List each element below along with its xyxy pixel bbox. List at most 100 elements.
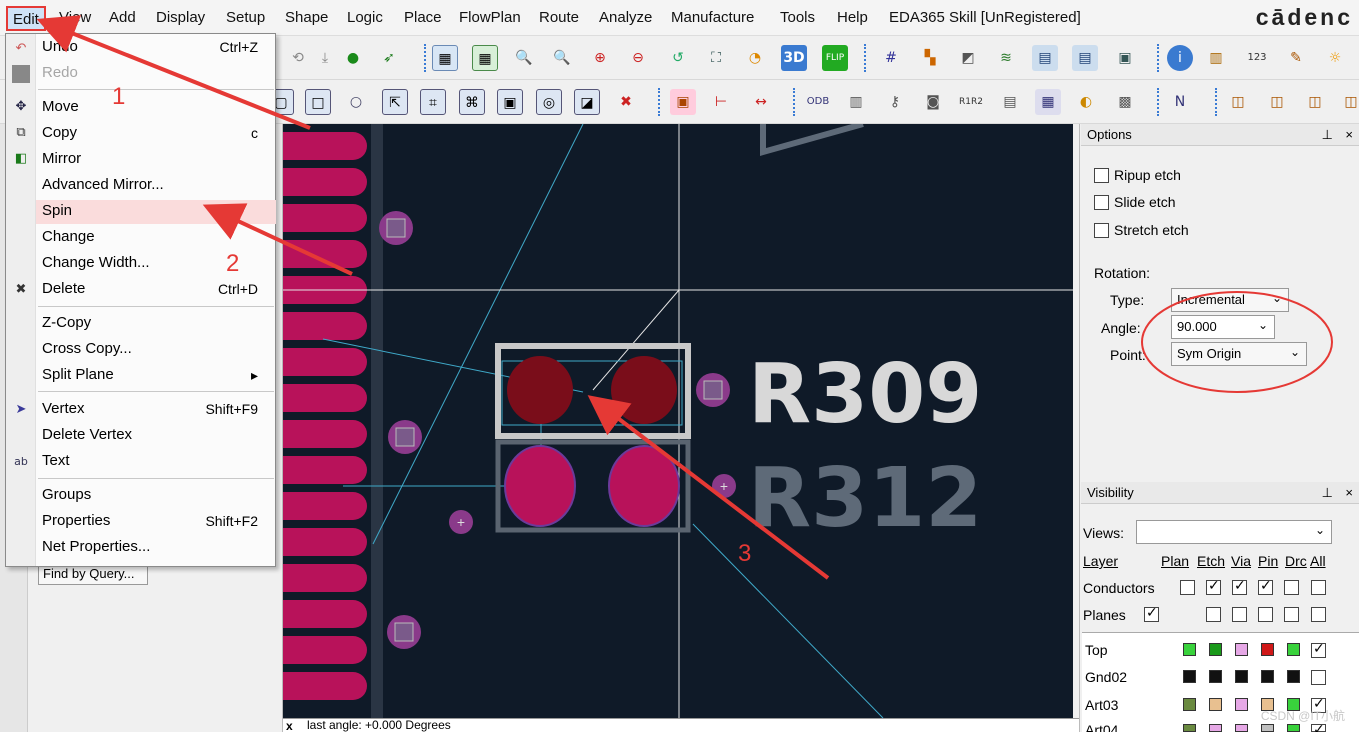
notebook-icon[interactable]: ◫ [1225,89,1251,115]
menu-item-net-properties[interactable]: Net Properties... [36,536,276,560]
close-icon[interactable]: × [1345,485,1353,500]
angle-select[interactable]: 90.000 ⌄ [1171,315,1275,339]
redo-tool-icon[interactable]: ⤓ [312,45,338,71]
layer-color-swatch[interactable] [1209,698,1222,711]
layer-color-swatch[interactable] [1235,724,1248,732]
matrix-icon[interactable]: ▦ [1035,89,1061,115]
notebook4-icon[interactable]: ◫ [1338,89,1359,115]
menu-analyze[interactable]: Analyze [599,9,652,26]
planes-plan-checkbox[interactable] [1144,605,1159,622]
col-etch[interactable]: Etch [1197,553,1225,569]
menu-item-undo[interactable]: Undo Ctrl+Z [36,36,276,60]
menu-item-z-copy[interactable]: Z-Copy [36,312,276,336]
layer-all-checkbox[interactable] [1311,641,1326,658]
dimension-linear-icon[interactable]: ↔ [748,89,774,115]
layer-color-swatch[interactable] [1261,670,1274,683]
col-layer[interactable]: Layer [1083,553,1118,569]
conductors-all-checkbox[interactable] [1311,580,1326,595]
layer-color-swatch[interactable] [1287,670,1300,683]
layer-color-swatch[interactable] [1183,643,1196,656]
shape-square-icon[interactable]: □ [305,89,331,115]
conductors-plan-checkbox[interactable] [1180,580,1195,595]
shape-select-icon[interactable]: ◪ [574,89,600,115]
zoom-in-icon[interactable]: ⊕ [587,45,613,71]
zoom-world-icon[interactable]: ⛶ [703,45,729,71]
zoom-previous-icon[interactable]: ↺ [665,45,691,71]
menu-logic[interactable]: Logic [347,9,383,26]
redraw-icon[interactable]: ◔ [742,45,768,71]
shape-circle-icon[interactable]: ○ [343,89,369,115]
planes-all-checkbox[interactable] [1311,607,1326,622]
menu-item-delete-vertex[interactable]: Delete Vertex [36,424,276,448]
color-icon[interactable]: ▚ [917,45,943,71]
menu-display[interactable]: Display [156,9,205,26]
layer-all-checkbox[interactable] [1311,722,1326,732]
menu-item-properties[interactable]: Properties Shift+F2 [36,510,276,534]
add-connect-icon[interactable]: ● [340,45,366,71]
dfa-icon[interactable]: ▤ [1072,45,1098,71]
film-icon[interactable]: ▥ [843,89,869,115]
flip-icon[interactable]: FLIP [822,45,848,71]
menu-place[interactable]: Place [404,9,442,26]
col-all[interactable]: All [1310,553,1326,569]
component-r312[interactable] [495,439,691,533]
menu-help[interactable]: Help [837,9,868,26]
point-select[interactable]: Sym Origin ⌄ [1171,342,1307,366]
grid-setup-icon[interactable]: # [878,45,904,71]
conductors-via-checkbox[interactable] [1232,578,1247,595]
layer-color-swatch[interactable] [1235,643,1248,656]
planes-etch-checkbox[interactable] [1206,607,1221,622]
close-icon[interactable]: × [1345,127,1353,142]
component-r309[interactable] [495,343,691,439]
notebook2-icon[interactable]: ◫ [1264,89,1290,115]
layer-color-swatch[interactable] [1287,643,1300,656]
planes-via-checkbox[interactable] [1232,607,1247,622]
grid-toggle-icon[interactable]: ▦ [472,45,498,71]
rotation-type-select[interactable]: Incremental ⌄ [1171,288,1289,312]
shape-edit-icon[interactable]: ⌘ [459,89,485,115]
col-plan[interactable]: Plan [1161,553,1189,569]
zoom-out-icon[interactable]: ⊖ [625,45,651,71]
design-canvas[interactable]: + + R309 R312 [283,124,1073,718]
cleanup-icon[interactable]: ✎ [1283,45,1309,71]
layer-color-swatch[interactable] [1287,724,1300,732]
layer-color-swatch[interactable] [1183,698,1196,711]
place-icon[interactable]: ▣ [670,89,696,115]
menu-flowplan[interactable]: FlowPlan [459,9,521,26]
layer-color-swatch[interactable] [1261,643,1274,656]
menu-item-change-width[interactable]: Change Width... [36,252,276,276]
conductors-drc-checkbox[interactable] [1284,580,1299,595]
renumber-icon[interactable]: R1R2 [958,89,984,115]
layer-color-swatch[interactable] [1235,670,1248,683]
constraint-manager-icon[interactable]: ▤ [1032,45,1058,71]
ripup-etch-checkbox[interactable] [1094,168,1109,183]
conductors-etch-checkbox[interactable] [1206,578,1221,595]
menu-view[interactable]: View [59,9,91,26]
pin-icon[interactable]: ⊥ [1322,485,1333,501]
menu-item-groups[interactable]: Groups [36,484,276,508]
col-drc[interactable]: Drc [1285,553,1307,569]
status-close-icon[interactable]: x [286,719,293,732]
views-select[interactable]: ⌄ [1136,520,1332,544]
delete-shape-icon[interactable]: ✖ [613,89,639,115]
drill-icon[interactable]: ⚷ [882,89,908,115]
menu-item-advanced-mirror[interactable]: Advanced Mirror... [36,174,276,198]
menu-shape[interactable]: Shape [285,9,328,26]
menu-route[interactable]: Route [539,9,579,26]
odb-icon[interactable]: ODB [805,89,831,115]
select-icon[interactable]: ⇱ [382,89,408,115]
measure-tool-icon[interactable]: ◐ [1073,89,1099,115]
zoom-fit-icon[interactable]: 🔍 [549,45,575,71]
notebook3-icon[interactable]: ◫ [1302,89,1328,115]
stackup-icon[interactable]: ≋ [993,45,1019,71]
menu-setup[interactable]: Setup [226,9,265,26]
highlight-icon[interactable]: ☼ [1322,45,1348,71]
menu-item-mirror[interactable]: Mirror [36,148,276,172]
menu-eda365-skill[interactable]: EDA365 Skill [UnRegistered] [889,9,1081,26]
layer-color-swatch[interactable] [1209,643,1222,656]
slide-etch-checkbox[interactable] [1094,195,1109,210]
shape-merge-icon[interactable]: ▣ [497,89,523,115]
menu-item-vertex[interactable]: Vertex Shift+F9 [36,398,276,422]
stretch-etch-checkbox[interactable] [1094,223,1109,238]
menu-tools[interactable]: Tools [780,9,815,26]
